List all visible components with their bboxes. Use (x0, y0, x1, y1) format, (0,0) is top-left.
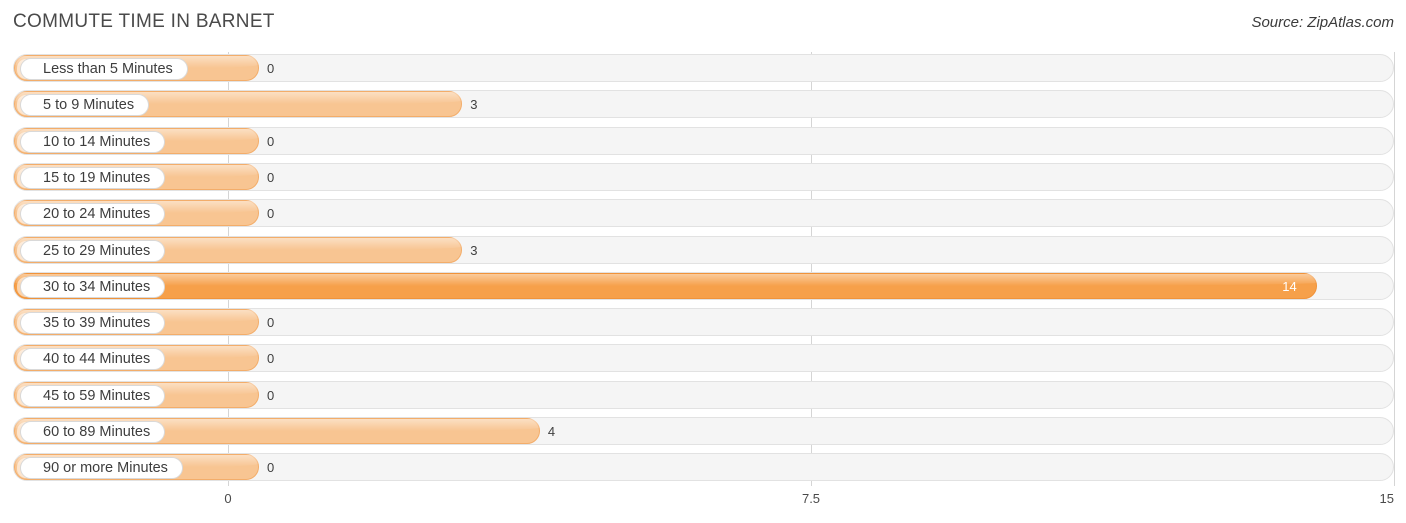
category-label: 60 to 89 Minutes (20, 421, 166, 443)
page-title: COMMUTE TIME IN BARNET (13, 11, 275, 32)
category-label: 45 to 59 Minutes (20, 384, 166, 407)
chart-row: 30 to 34 Minutes 14 (13, 271, 1394, 300)
category-label: Less than 5 Minutes (20, 58, 188, 80)
bar-value-label: 0 (267, 351, 275, 367)
bar (14, 272, 1318, 299)
chart-row: 35 to 39 Minutes 0 (13, 308, 1394, 337)
chart-row: 45 to 59 Minutes 0 (13, 380, 1394, 409)
chart-row: 15 to 19 Minutes 0 (13, 162, 1394, 191)
chart-row: 5 to 9 Minutes 3 (13, 90, 1394, 119)
bar-gloss (15, 273, 1317, 286)
category-label: 20 to 24 Minutes (20, 203, 166, 226)
category-label: 40 to 44 Minutes (20, 348, 166, 371)
bar-value-label: 0 (267, 206, 275, 222)
chart-row: 25 to 29 Minutes 3 (13, 235, 1394, 264)
category-label: 35 to 39 Minutes (20, 312, 166, 335)
category-label: 90 or more Minutes (20, 457, 183, 480)
bar-value-label: 0 (267, 315, 275, 331)
x-axis-tick-2: 15 (1379, 491, 1394, 506)
bar-value-label: 0 (267, 169, 275, 185)
chart-row: 20 to 24 Minutes 0 (13, 199, 1394, 228)
bar-value-label: 0 (267, 133, 275, 149)
category-label: 15 to 19 Minutes (20, 166, 166, 189)
chart-row: 40 to 44 Minutes 0 (13, 344, 1394, 373)
x-axis-tick-0: 0 (224, 491, 232, 506)
chart-row: Less than 5 Minutes 0 (13, 54, 1394, 82)
chart-row: 10 to 14 Minutes 0 (13, 126, 1394, 155)
bar-value-label: 4 (547, 424, 556, 439)
bar-value-label: 0 (267, 61, 275, 76)
category-label: 10 to 14 Minutes (20, 130, 166, 153)
gridline-2 (1394, 52, 1395, 486)
bar-value-label: 3 (470, 242, 478, 258)
category-label: 5 to 9 Minutes (20, 94, 150, 117)
bar-value-label: 14 (1282, 278, 1297, 294)
bar-value-label: 0 (267, 460, 275, 476)
category-label: 25 to 29 Minutes (20, 239, 166, 262)
chart-plot-area: Less than 5 Minutes 0 5 to 9 Minutes 3 10 to… (13, 52, 1395, 486)
bar-value-label: 3 (470, 97, 478, 113)
chart-row: 90 or more Minutes 0 (13, 453, 1394, 482)
chart-page: COMMUTE TIME IN BARNET Source: ZipAtlas.… (0, 0, 1406, 523)
source-attribution: Source: ZipAtlas.com (1251, 14, 1394, 31)
bar-value-label: 0 (267, 387, 275, 403)
x-axis-tick-1: 7.5 (801, 491, 821, 506)
chart-row: 60 to 89 Minutes 4 (13, 417, 1394, 445)
category-label: 30 to 34 Minutes (20, 275, 166, 298)
